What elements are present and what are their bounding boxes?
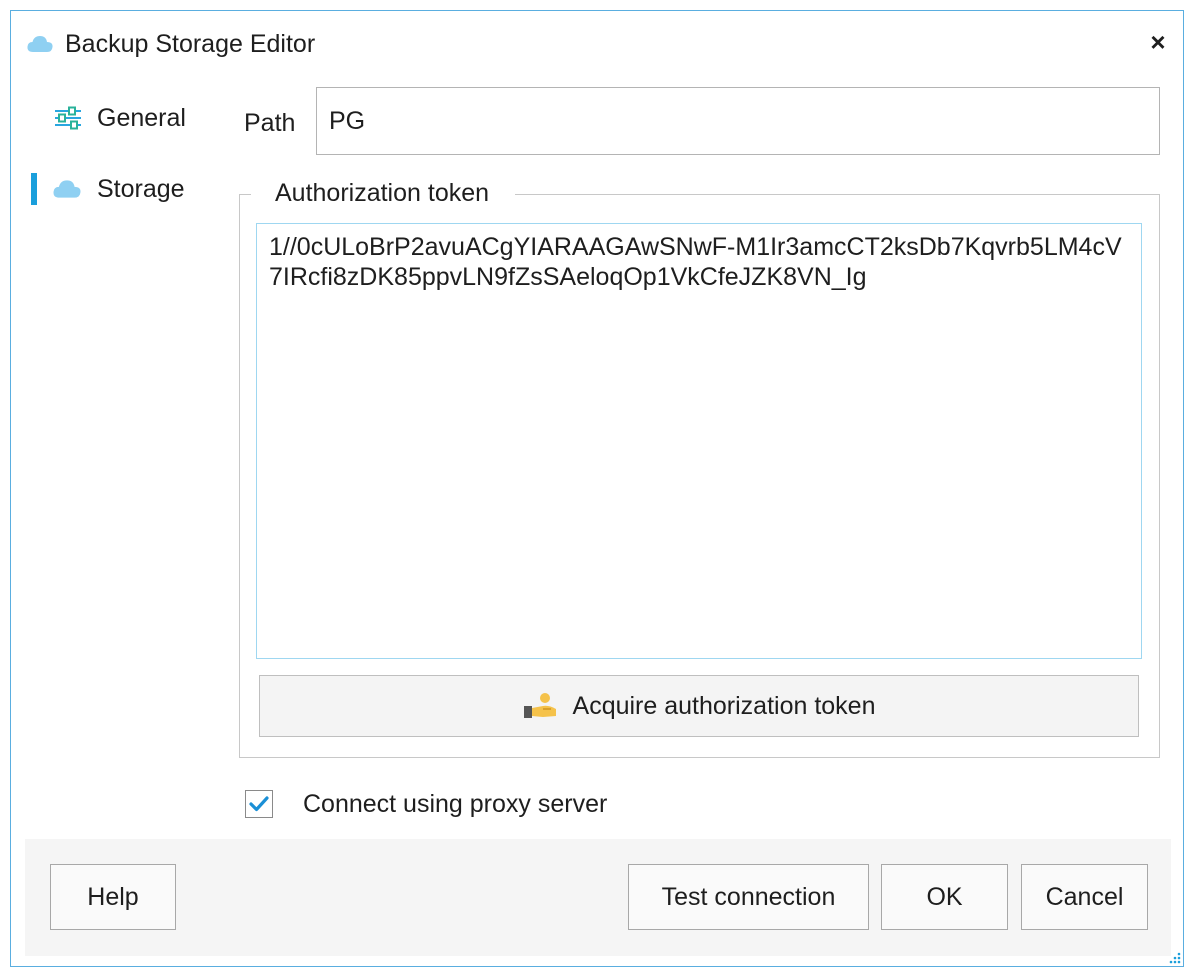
- close-button[interactable]: ×: [1143, 27, 1173, 57]
- sidebar-item-label: Storage: [97, 174, 185, 203]
- acquire-token-button[interactable]: Acquire authorization token: [259, 675, 1139, 737]
- path-input[interactable]: [316, 87, 1160, 155]
- path-label: Path: [244, 109, 296, 137]
- dialog-window: Backup Storage Editor × General Storage: [10, 10, 1184, 967]
- sliders-icon: [53, 106, 87, 130]
- handshake-icon: [523, 691, 559, 721]
- authorization-token-input[interactable]: 1//0cULoBrP2avuACgYIARAAGAwSNwF-M1Ir3amc…: [256, 223, 1142, 659]
- cloud-icon: [53, 177, 87, 201]
- test-connection-button[interactable]: Test connection: [628, 864, 869, 930]
- ok-button[interactable]: OK: [881, 864, 1008, 930]
- authorization-legend: Authorization token: [251, 179, 516, 208]
- title-bar[interactable]: Backup Storage Editor ×: [11, 11, 1183, 81]
- acquire-token-label: Acquire authorization token: [572, 691, 876, 720]
- sidebar-item-general[interactable]: General: [31, 98, 186, 138]
- selected-indicator: [31, 173, 37, 205]
- checkmark-icon: [249, 796, 269, 812]
- proxy-label[interactable]: Connect using proxy server: [303, 790, 607, 819]
- resize-grip-icon[interactable]: [1167, 950, 1181, 964]
- cloud-icon: [27, 36, 53, 52]
- proxy-row: Connect using proxy server: [245, 787, 607, 821]
- help-button[interactable]: Help: [50, 864, 176, 930]
- proxy-checkbox[interactable]: [245, 790, 273, 818]
- window-title: Backup Storage Editor: [65, 30, 316, 58]
- sidebar-item-label: General: [97, 103, 186, 132]
- dialog-footer: Help Test connection OK Cancel: [25, 839, 1171, 956]
- cancel-button[interactable]: Cancel: [1021, 864, 1148, 930]
- close-icon: ×: [1150, 27, 1166, 57]
- sidebar-item-storage[interactable]: Storage: [31, 169, 185, 209]
